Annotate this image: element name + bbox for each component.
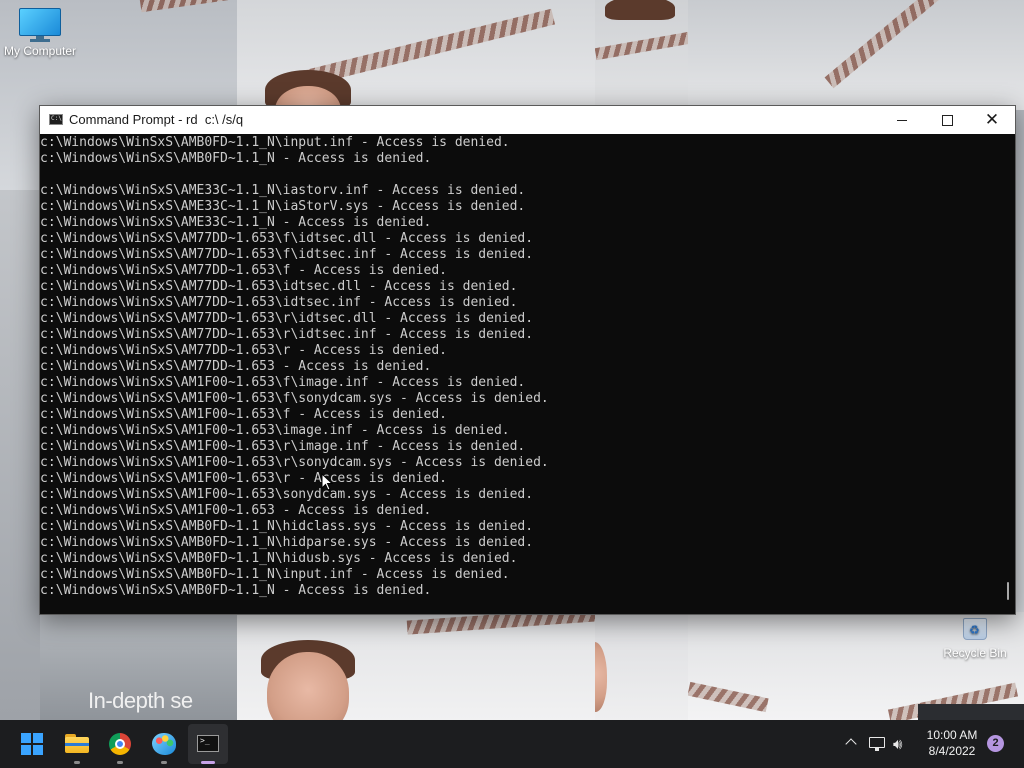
console-line: c:\Windows\WinSxS\AME33C~1.1_N - Access … [40, 215, 432, 230]
maximize-icon [941, 114, 953, 126]
console-line: c:\Windows\WinSxS\AME33C~1.1_N\iastorv.i… [40, 183, 526, 198]
console-line: c:\Windows\WinSxS\AM1F00~1.653\f - Acces… [40, 407, 447, 422]
console-line: c:\Windows\WinSxS\AMB0FD~1.1_N\hidparse.… [40, 535, 534, 550]
console-scrollbar[interactable] [1000, 135, 1015, 613]
console-line: c:\Windows\WinSxS\AM1F00~1.653\f\sonydca… [40, 391, 549, 406]
active-app-indicator [201, 761, 215, 764]
show-hidden-icons-button[interactable] [842, 734, 860, 754]
wallpaper-tile [0, 190, 40, 720]
chevron-up-icon [845, 738, 857, 750]
console-line: c:\Windows\WinSxS\AM77DD~1.653\r\idtsec.… [40, 311, 534, 326]
console-line: c:\Windows\WinSxS\AMB0FD~1.1_N\input.inf… [40, 567, 510, 582]
minimize-icon [897, 119, 907, 121]
taskbar-start-button[interactable] [12, 724, 52, 764]
chrome-icon [109, 733, 131, 755]
taskbar-file-explorer[interactable] [57, 724, 97, 764]
console-line: c:\Windows\WinSxS\AM1F00~1.653\r\sonydca… [40, 455, 549, 470]
notification-badge[interactable]: 2 [987, 735, 1004, 752]
desktop-icon-recycle-bin[interactable]: ♻ Recycle Bin [935, 612, 1015, 660]
wallpaper-tile [237, 0, 597, 110]
wallpaper-tile [595, 612, 690, 720]
console-line: c:\Windows\WinSxS\AM77DD~1.653 - Access … [40, 359, 432, 374]
console-line: c:\Windows\WinSxS\AM1F00~1.653\image.inf… [40, 423, 510, 438]
taskbar-command-prompt[interactable]: >_ [188, 724, 228, 764]
volume-icon[interactable]: 🔊︎ [893, 734, 915, 754]
console-line: c:\Windows\WinSxS\AME33C~1.1_N\iaStorV.s… [40, 199, 526, 214]
terminal-icon: >_ [197, 735, 219, 752]
monitor-icon [19, 8, 61, 42]
desktop-icon-label: Recycle Bin [943, 646, 1007, 660]
console-line: c:\Windows\WinSxS\AM1F00~1.653\r\image.i… [40, 439, 526, 454]
wallpaper-tile [595, 0, 690, 110]
desktop-icon-label: My Computer [3, 44, 77, 58]
console-line: c:\Windows\WinSxS\AM77DD~1.653\f\idtsec.… [40, 247, 534, 262]
console-line: c:\Windows\WinSxS\AM77DD~1.653\f\idtsec.… [40, 231, 534, 246]
console-line: c:\Windows\WinSxS\AM1F00~1.653 - Access … [40, 503, 432, 518]
console-line: c:\Windows\WinSxS\AM77DD~1.653\idtsec.in… [40, 295, 518, 310]
console-line: c:\Windows\WinSxS\AM77DD~1.653\r\idtsec.… [40, 327, 534, 342]
console-line: c:\Windows\WinSxS\AM77DD~1.653\idtsec.dl… [40, 279, 518, 294]
taskbar-paint[interactable] [144, 724, 184, 764]
console-line: c:\Windows\WinSxS\AMB0FD~1.1_N - Access … [40, 583, 432, 598]
paint-palette-icon [152, 733, 176, 755]
clock-time: 10:00 AM [926, 728, 978, 742]
cmd-app-icon: C:\ [49, 114, 63, 125]
window-titlebar[interactable]: C:\ Command Prompt - rd c:\ /s/q ✕ [40, 106, 1015, 134]
command-prompt-window[interactable]: C:\ Command Prompt - rd c:\ /s/q ✕ c:\Wi… [39, 105, 1016, 615]
minimize-button[interactable] [879, 106, 925, 134]
window-title: Command Prompt - rd c:\ /s/q [69, 112, 244, 127]
network-icon[interactable] [868, 735, 888, 753]
scrollbar-thumb[interactable] [1007, 582, 1009, 600]
wallpaper-text: In-depth se [88, 688, 193, 713]
console-line: c:\Windows\WinSxS\AMB0FD~1.1_N\hidclass.… [40, 519, 534, 534]
wallpaper-tile [237, 612, 597, 720]
wallpaper-tile [688, 0, 1024, 110]
console-line: c:\Windows\WinSxS\AM1F00~1.653\f\image.i… [40, 375, 526, 390]
console-line: c:\Windows\WinSxS\AMB0FD~1.1_N\hidusb.sy… [40, 551, 518, 566]
clock-date: 8/4/2022 [928, 744, 976, 758]
console-line: c:\Windows\WinSxS\AM1F00~1.653\r - Acces… [40, 471, 447, 486]
taskbar-clock[interactable]: 10:00 AM 8/4/2022 [918, 727, 986, 759]
maximize-button[interactable] [924, 106, 970, 134]
close-icon: ✕ [984, 110, 1000, 130]
console-line: c:\Windows\WinSxS\AMB0FD~1.1_N - Access … [40, 151, 432, 166]
taskbar-chrome[interactable] [100, 724, 140, 764]
console-line: c:\Windows\WinSxS\AMB0FD~1.1_N\input.inf… [40, 135, 510, 150]
console-line: c:\Windows\WinSxS\AM77DD~1.653\f - Acces… [40, 263, 447, 278]
desktop-icon-my-computer[interactable]: My Computer [0, 8, 80, 58]
close-button[interactable]: ✕ [969, 106, 1015, 134]
folder-icon [65, 734, 89, 753]
console-line: c:\Windows\WinSxS\AM1F00~1.653\sonydcam.… [40, 487, 534, 502]
recycle-bin-icon: ♻ [960, 612, 990, 642]
console-line: c:\Windows\WinSxS\AM77DD~1.653\r - Acces… [40, 343, 447, 358]
windows-start-icon [21, 733, 43, 755]
console-output[interactable]: c:\Windows\WinSxS\AMB0FD~1.1_N\input.inf… [40, 135, 1000, 613]
